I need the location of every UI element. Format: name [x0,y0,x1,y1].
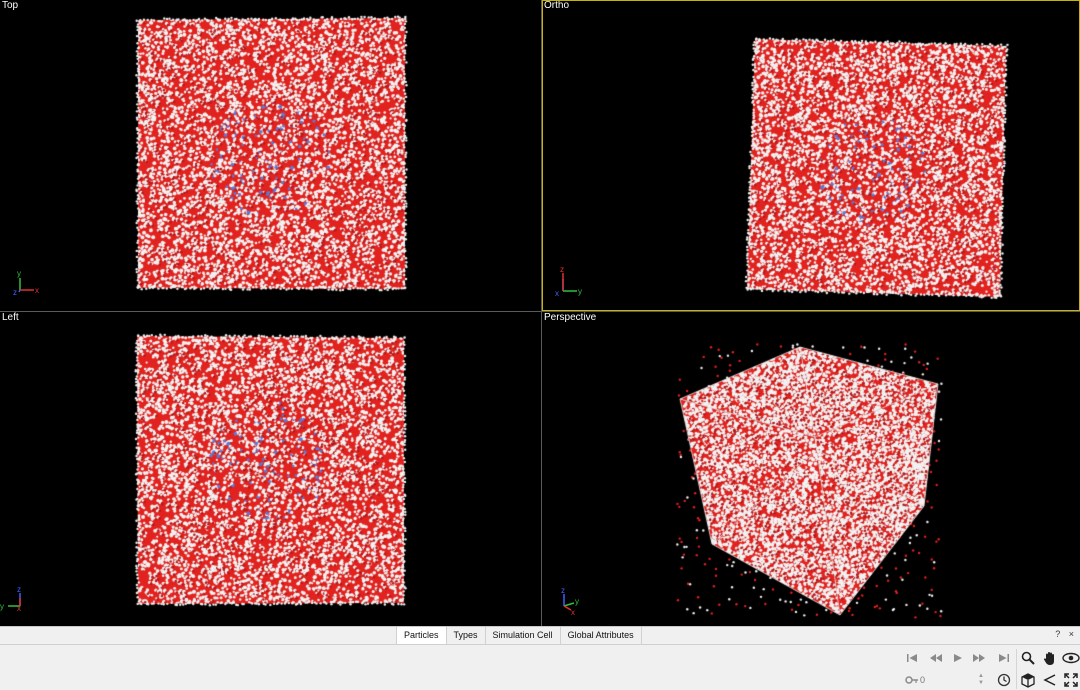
cube-icon [1021,672,1035,688]
axis-tripod-icon: z y x [561,586,579,616]
axis-label-up: y [17,269,21,278]
fov-tool-button[interactable] [1040,671,1060,689]
axis-label-up: z [561,586,565,595]
axis-label-up: z [17,585,21,594]
axis-tripod-icon: y x z [13,269,39,297]
tab-simulation-cell[interactable]: Simulation Cell [486,627,561,644]
zoom-tool-button[interactable] [1018,649,1038,667]
data-inspector-panel: Particles Types Simulation Cell Global A… [0,626,1080,690]
hand-icon [1043,651,1054,665]
clock-icon [997,673,1011,687]
spinner-arrows-icon[interactable]: ▲ ▼ [978,673,984,687]
particle-scene-ortho [543,1,1079,310]
tab-global-attributes[interactable]: Global Attributes [561,627,642,644]
close-panel-button[interactable]: × [1069,629,1074,639]
viewport-caption-top[interactable]: Top [2,0,18,11]
viewport-top[interactable]: Top y x z [0,0,541,311]
particle-scene-perspective [542,312,1080,626]
axis-label-right: x [17,604,21,613]
key-icon [905,676,918,684]
animation-key-button[interactable] [902,671,922,689]
frame-spinner[interactable]: 0 ▲ ▼ [920,673,984,687]
tab-types[interactable]: Types [447,627,486,644]
jump-end-icon [999,654,1009,662]
viewport-caption-ortho[interactable]: Ortho [544,1,569,11]
particle-scene-top [0,0,541,311]
axis-label-out: z [13,288,17,297]
tab-particles[interactable]: Particles [396,627,447,644]
data-inspector-tabbar: Particles Types Simulation Cell Global A… [0,627,1080,645]
toolbar-divider [1016,649,1017,689]
axis-label-right: y [578,287,582,296]
eye-orbit-icon [1062,652,1080,664]
viewport-caption-perspective[interactable]: Perspective [544,312,596,323]
data-inspector-tabs: Particles Types Simulation Cell Global A… [396,627,642,644]
axis-label-out: y [0,602,4,611]
viewport-grid: Top y x z Ortho z y x Left z y x Perspec… [0,0,1080,626]
axis-tripod-icon: z y x [0,585,21,613]
viewport-ortho[interactable]: Ortho z y x [542,0,1080,311]
magnifier-icon [1021,651,1035,665]
jump-to-end-button[interactable] [994,649,1014,667]
maximize-icon [1064,673,1078,687]
fov-icon [1043,674,1056,686]
pan-tool-button[interactable] [1040,649,1060,667]
pick-orbit-center-button[interactable] [1018,671,1038,689]
axis-label-out: x [571,608,575,616]
particle-scene-left [0,312,541,626]
panel-header-buttons: ? × [1049,629,1074,639]
step-forward-icon [973,654,985,662]
viewport-caption-left[interactable]: Left [2,312,19,323]
step-back-icon [930,654,942,662]
axis-label-right: y [575,597,579,606]
step-forward-button[interactable] [969,649,989,667]
viewport-left[interactable]: Left z y x [0,312,541,626]
axis-label-out: x [555,289,559,298]
viewport-perspective[interactable]: Perspective z y x [542,312,1080,626]
animation-settings-button[interactable] [994,671,1014,689]
axis-label-right: x [35,286,39,295]
jump-start-icon [907,654,917,662]
step-backward-button[interactable] [926,649,946,667]
jump-to-start-button[interactable] [902,649,922,667]
play-icon [954,654,962,662]
frame-value: 0 [920,675,926,685]
maximize-viewport-button[interactable] [1061,671,1080,689]
play-button[interactable] [948,649,968,667]
axis-tripod-icon: z y x [555,267,582,298]
help-button[interactable]: ? [1055,629,1060,639]
axis-label-up: z [560,267,564,274]
orbit-tool-button[interactable] [1061,649,1080,667]
